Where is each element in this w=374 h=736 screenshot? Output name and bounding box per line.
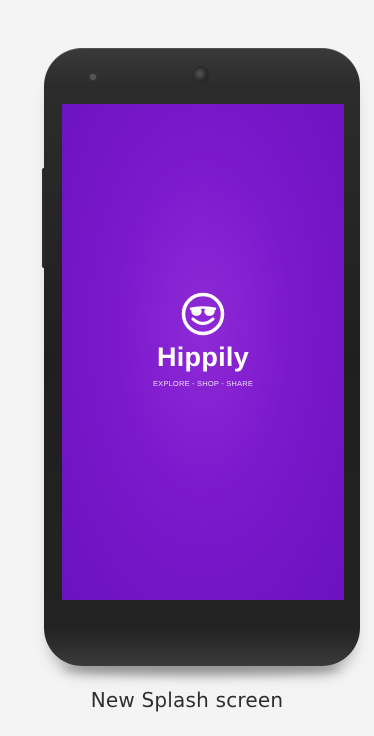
smiley-sunglasses-icon (181, 292, 225, 336)
splash-content: Hippily EXPLORE - SHOP - SHARE (62, 292, 344, 388)
phone-sensor (90, 74, 96, 80)
front-camera (194, 68, 208, 82)
app-name: Hippily (156, 342, 250, 372)
caption: New Splash screen (90, 688, 284, 712)
splash-screen: Hippily EXPLORE - SHOP - SHARE (62, 104, 344, 600)
tagline: EXPLORE - SHOP - SHARE (152, 379, 254, 388)
